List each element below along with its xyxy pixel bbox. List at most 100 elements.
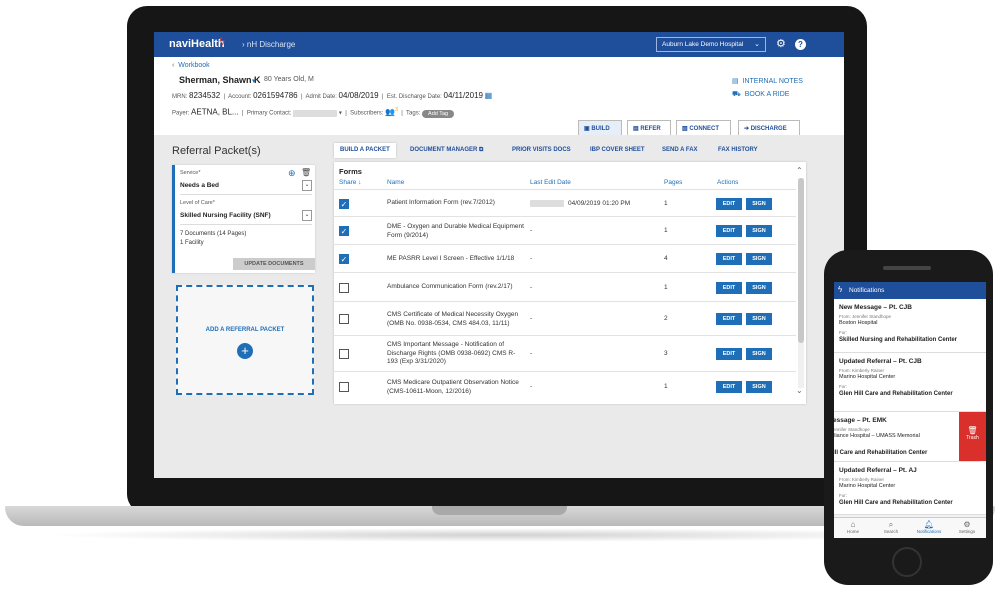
tab-refer[interactable]: ▤ REFER [627, 120, 671, 135]
edit-button[interactable]: EDIT [716, 381, 742, 393]
tab-settings-label: Settings [958, 529, 976, 534]
share-checkbox[interactable]: ✓ [339, 226, 349, 236]
form-name[interactable]: DME - Oxygen and Durable Medical Equipme… [387, 223, 525, 240]
subtab-prior-visits-docs[interactable]: PRIOR VISITS DOCS [506, 143, 577, 158]
share-checkbox[interactable] [339, 349, 349, 359]
subtab-ibp-cover-sheet[interactable]: IBP COVER SHEET [584, 143, 651, 158]
notification-item[interactable]: Updated Referral – Pt. AJ From: Kimberly R… [834, 462, 986, 515]
tab-build[interactable]: ▣ BUILD [578, 120, 622, 135]
notification-organization: Marino Hospital Center [839, 374, 896, 380]
notification-item[interactable]: Updated Referral – Pt. CJB From: Kimberly … [834, 353, 986, 412]
chevron-down-icon[interactable]: ⌄ [302, 210, 312, 221]
form-name[interactable]: ME PASRR Level I Screen - Effective 1/1/… [387, 255, 525, 264]
internal-notes-link[interactable]: ▤ INTERNAL NOTES [732, 77, 803, 85]
book-ride-link[interactable]: ⛟ BOOK A RIDE [732, 90, 789, 99]
edit-button[interactable]: EDIT [716, 348, 742, 360]
tab-connect[interactable]: ▧ CONNECT [676, 120, 731, 135]
edit-button[interactable]: EDIT [716, 282, 742, 294]
workbook-back-link[interactable]: ‹ Workbook [172, 62, 210, 69]
last-edit-date: - [530, 383, 532, 390]
phone-home-button[interactable] [892, 547, 922, 577]
sign-button[interactable]: SIGN [746, 313, 772, 325]
subscribers-icon[interactable]: 👥3 [385, 107, 398, 117]
subtab-document-manager[interactable]: DOCUMENT MANAGER ⧉ [404, 143, 489, 158]
referral-packet-card[interactable]: Service* ⊕ 🗑 Needs a Bed ⌄ Level of Care… [172, 165, 315, 273]
service-label: Service* [180, 170, 201, 176]
account-label: Account: [228, 94, 252, 100]
share-checkbox[interactable] [339, 382, 349, 392]
chevron-down-icon[interactable]: ▾ [252, 77, 256, 85]
edit-button[interactable]: EDIT [716, 253, 742, 265]
question-circle-icon[interactable]: ? [795, 39, 806, 50]
sign-button[interactable]: SIGN [746, 225, 772, 237]
chevron-down-icon[interactable]: ⌄ [302, 180, 312, 191]
phone-title: Notifications [849, 287, 885, 294]
mrn-value: 8234532 [189, 91, 221, 100]
level-of-care-value[interactable]: Skilled Nursing Facility (SNF) [180, 212, 271, 219]
tab-settings[interactable]: ⚙ Settings [948, 520, 986, 534]
level-of-care-label: Level of Care* [180, 200, 215, 206]
add-referral-packet-card[interactable]: ADD A REFERRAL PACKET + [176, 285, 314, 395]
gear-icon[interactable]: ⚙ [776, 37, 786, 50]
sign-button[interactable]: SIGN [746, 282, 772, 294]
add-tag-button[interactable]: Add Tag [422, 109, 455, 118]
edit-button[interactable]: EDIT [716, 225, 742, 237]
subtab-fax-history[interactable]: FAX HISTORY [712, 143, 764, 158]
column-header-pages[interactable]: Pages [664, 179, 682, 186]
chevron-down-icon[interactable]: ▾ [339, 111, 342, 117]
tab-search[interactable]: ⌕ Search [872, 520, 910, 534]
page-count: 1 [664, 227, 668, 234]
form-name[interactable]: CMS Important Message - Notification of … [387, 341, 525, 367]
form-name[interactable]: Ambulance Communication Form (rev.2/17) [387, 283, 525, 292]
notification-item[interactable]: New Message – Pt. CJB From: Jennifer Stand… [834, 299, 986, 353]
share-checkbox[interactable] [339, 283, 349, 293]
calendar-icon[interactable]: ▦ [485, 91, 493, 100]
refer-icon: ▤ [633, 126, 639, 132]
share-checkbox[interactable]: ✓ [339, 254, 349, 264]
hospital-select[interactable]: Auburn Lake Demo Hospital ⌄ [656, 37, 766, 52]
notification-title: New Message – Pt. CJB [839, 304, 912, 311]
scroll-down-icon[interactable]: ⌄ [796, 386, 803, 395]
last-edit-date-value: - [530, 255, 533, 262]
trash-icon[interactable]: 🗑 [301, 168, 311, 177]
edit-button[interactable]: EDIT [716, 198, 742, 210]
share-checkbox[interactable] [339, 314, 349, 324]
update-documents-button[interactable]: UPDATE DOCUMENTS [233, 258, 315, 270]
form-name[interactable]: Patient Information Form (rev.7/2012) [387, 199, 525, 208]
share-checkbox[interactable]: ✓ [339, 199, 349, 209]
tab-discharge[interactable]: ➔ DISCHARGE [738, 120, 800, 135]
last-edit-date-value: - [530, 350, 533, 357]
last-edit-date: - [530, 284, 532, 291]
trash-swipe-action[interactable]: 🗑 Trash [959, 412, 986, 461]
sign-button[interactable]: SIGN [746, 253, 772, 265]
subtab-send-a-fax[interactable]: SEND A FAX [656, 143, 704, 158]
column-header-last-edit[interactable]: Last Edit Date [530, 179, 571, 186]
scroll-up-icon[interactable]: ⌃ [796, 166, 803, 175]
last-edit-date-value: - [530, 315, 533, 322]
tab-home[interactable]: ⌂ Home [834, 520, 872, 534]
plus-icon[interactable]: + [237, 343, 253, 359]
scrollbar-thumb[interactable] [798, 178, 804, 343]
laptop-screen: naviHealth ϟ › nH Discharge Auburn Lake … [154, 32, 844, 478]
edit-button[interactable]: EDIT [716, 313, 742, 325]
notification-for: Glen Hill Care and Rehabilitation Center [839, 391, 953, 397]
sign-button[interactable]: SIGN [746, 348, 772, 360]
notification-for-label: For: [839, 384, 848, 389]
sign-button[interactable]: SIGN [746, 381, 772, 393]
form-name[interactable]: CMS Certificate of Medical Necessity Oxy… [387, 311, 525, 328]
sign-button[interactable]: SIGN [746, 198, 772, 210]
add-circle-icon[interactable]: ⊕ [288, 168, 296, 179]
form-name[interactable]: CMS Medicare Outpatient Observation Noti… [387, 379, 525, 396]
tab-notifications[interactable]: 🔔︎ Notifications [910, 520, 948, 534]
last-edit-date: - [530, 255, 532, 262]
navihealth-logo[interactable]: naviHealth [169, 38, 225, 50]
column-header-share[interactable]: Share ↓ [339, 179, 361, 186]
service-value[interactable]: Needs a Bed [180, 182, 219, 189]
table-row: Ambulance Communication Form (rev.2/17) -… [334, 272, 796, 301]
app-breadcrumb[interactable]: › nH Discharge [242, 40, 295, 49]
column-header-name[interactable]: Name [387, 179, 404, 186]
forms-scrollbar[interactable] [798, 178, 804, 388]
phone-speaker [883, 266, 931, 270]
subtab-build-a-packet[interactable]: BUILD A PACKET [334, 143, 396, 158]
page-count: 4 [664, 255, 668, 262]
